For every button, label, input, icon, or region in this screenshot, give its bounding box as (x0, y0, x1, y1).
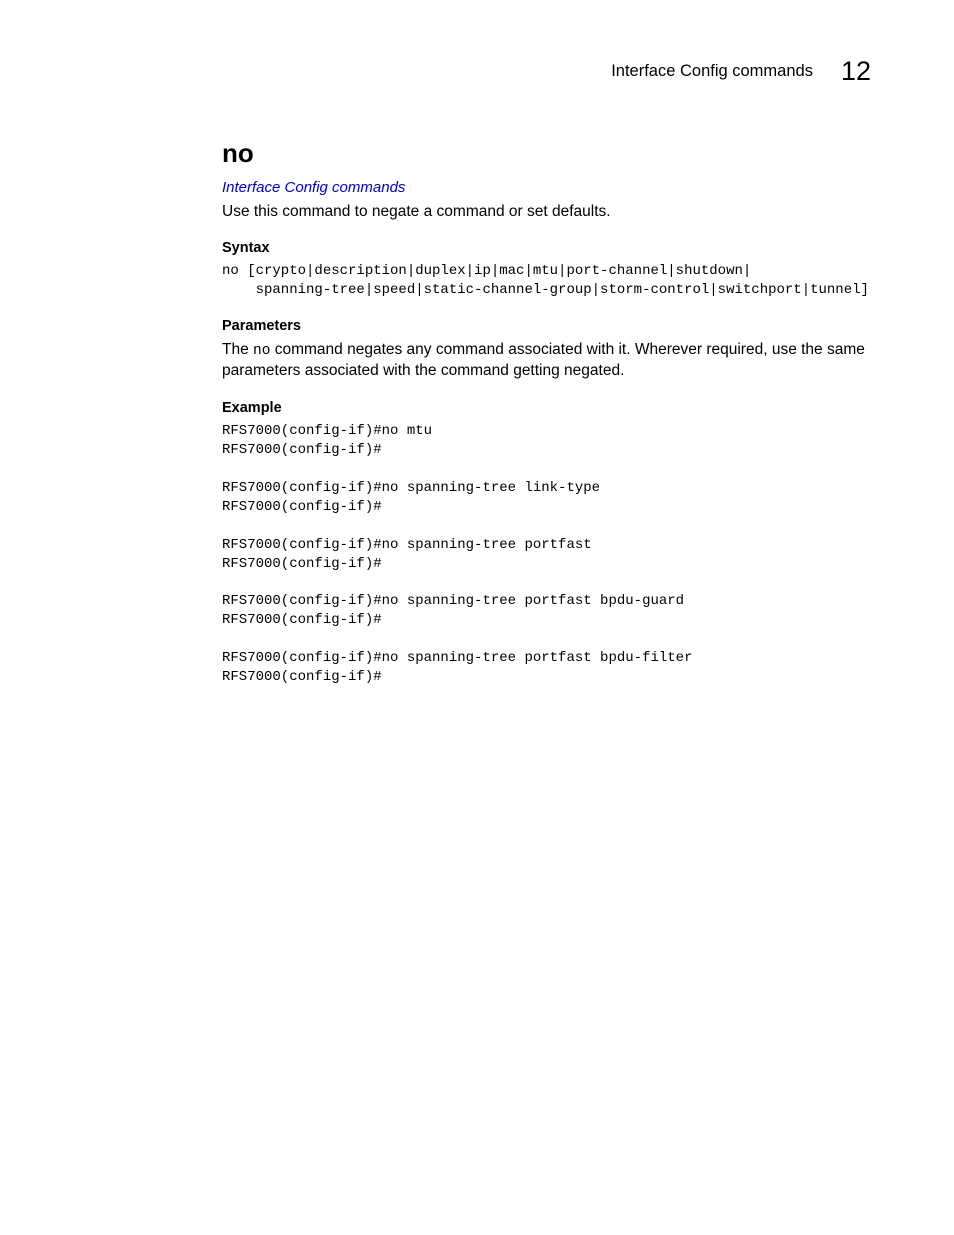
command-description: Use this command to negate a command or … (222, 202, 872, 222)
parameters-text-pre: The (222, 341, 253, 358)
parameters-inline-code: no (253, 343, 270, 359)
page-content: no Interface Config commands Use this co… (222, 138, 872, 705)
syntax-code-block: no [crypto|description|duplex|ip|mac|mtu… (222, 262, 872, 300)
parameters-heading: Parameters (222, 318, 872, 334)
page-header: Interface Config commands 12 (611, 56, 871, 87)
command-title: no (222, 138, 872, 169)
example-code-block: RFS7000(config-if)#no mtu RFS7000(config… (222, 422, 872, 686)
header-section-title: Interface Config commands (611, 62, 813, 81)
section-link[interactable]: Interface Config commands (222, 179, 405, 196)
header-chapter-number: 12 (841, 56, 871, 87)
parameters-text-post: command negates any command associated w… (222, 341, 865, 380)
parameters-description: The no command negates any command assoc… (222, 340, 872, 382)
example-heading: Example (222, 400, 872, 416)
syntax-heading: Syntax (222, 240, 872, 256)
